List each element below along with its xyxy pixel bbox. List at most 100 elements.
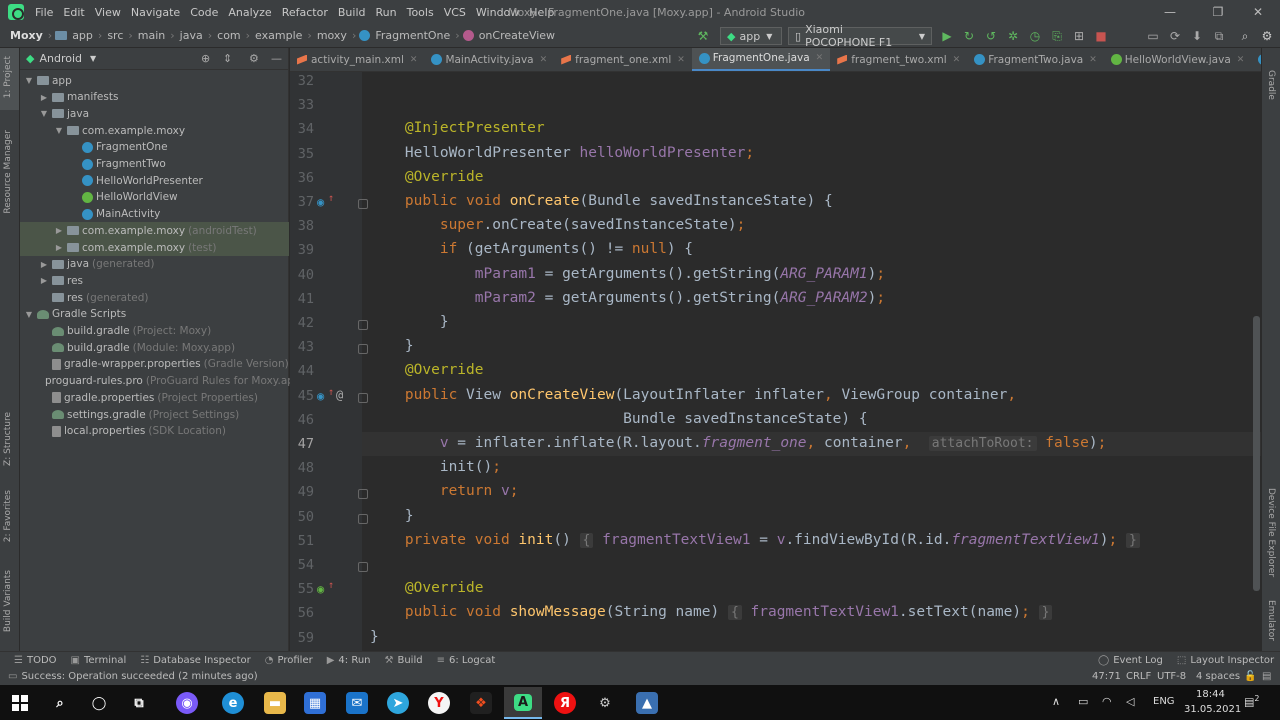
close-tab-icon[interactable]: ✕ bbox=[540, 55, 548, 65]
code-line[interactable]: @InjectPresenter bbox=[370, 120, 545, 136]
code-line[interactable]: @Override bbox=[370, 169, 484, 185]
android-studio-task-icon[interactable]: A bbox=[504, 687, 542, 719]
close-icon[interactable]: ✕ bbox=[1236, 0, 1280, 24]
minimize-icon[interactable]: — bbox=[1148, 0, 1192, 24]
fold-marker-icon[interactable] bbox=[358, 489, 368, 500]
apply-changes-icon[interactable]: ↻ bbox=[962, 29, 976, 43]
breadcrumb-item[interactable]: onCreateView bbox=[477, 29, 557, 42]
menu-item-run[interactable]: Run bbox=[371, 6, 402, 19]
breadcrumb-item[interactable]: FragmentOne bbox=[373, 29, 452, 42]
menu-item-file[interactable]: File bbox=[30, 6, 58, 19]
store-icon[interactable]: ▦ bbox=[304, 692, 326, 714]
device-select[interactable]: ▯ Xiaomi POCOPHONE F1 ▼ bbox=[788, 23, 932, 49]
tree-item[interactable]: res (generated) bbox=[20, 289, 289, 306]
close-tab-icon[interactable]: ✕ bbox=[816, 53, 824, 63]
tree-item[interactable]: ▼ Gradle Scripts bbox=[20, 306, 289, 323]
tool-window-layout-inspector[interactable]: ⬚ Layout Inspector bbox=[1177, 655, 1274, 666]
close-tab-icon[interactable]: ✕ bbox=[953, 55, 961, 65]
code-line[interactable]: } bbox=[370, 629, 379, 645]
code-line[interactable]: @Override bbox=[370, 580, 484, 596]
code-line[interactable]: mParam1 = getArguments().getString(ARG_P… bbox=[370, 266, 885, 282]
tree-item[interactable]: HelloWorldView bbox=[20, 189, 289, 206]
edge-icon[interactable]: e bbox=[222, 692, 244, 714]
debug-icon[interactable]: ✲ bbox=[1006, 29, 1020, 43]
expanded-arrow-icon[interactable]: ▼ bbox=[54, 126, 64, 135]
run-icon[interactable]: ▶ bbox=[940, 29, 954, 43]
stripe-project[interactable]: 1: Project bbox=[3, 56, 13, 98]
run-config-select[interactable]: ◆ app ▼ bbox=[720, 27, 782, 45]
search-icon[interactable]: ⌕ bbox=[1238, 29, 1252, 43]
photos-icon[interactable]: ▲ bbox=[636, 692, 658, 714]
menu-item-vcs[interactable]: VCS bbox=[439, 6, 471, 19]
breadcrumb-item[interactable]: com bbox=[215, 29, 243, 42]
tree-item[interactable]: HelloWorldPresenter bbox=[20, 172, 289, 189]
maximize-icon[interactable]: ❐ bbox=[1196, 0, 1240, 24]
tree-item[interactable]: ▶ manifests bbox=[20, 89, 289, 106]
expanded-arrow-icon[interactable]: ▼ bbox=[24, 76, 34, 85]
override-icon[interactable]: ◉ bbox=[317, 389, 324, 403]
tree-item[interactable]: gradle-wrapper.properties (Gradle Version… bbox=[20, 356, 289, 373]
file-explorer-icon[interactable]: ▬ bbox=[264, 692, 286, 714]
tree-item[interactable]: MainActivity bbox=[20, 206, 289, 223]
tree-item[interactable]: FragmentTwo bbox=[20, 156, 289, 173]
tree-item[interactable]: ▶ com.example.moxy (test) bbox=[20, 239, 289, 256]
tree-item[interactable]: ▶ com.example.moxy (androidTest) bbox=[20, 222, 289, 240]
fold-marker-icon[interactable] bbox=[358, 513, 368, 524]
cortana-icon[interactable]: ◯ bbox=[88, 692, 110, 714]
expanded-arrow-icon[interactable]: ▼ bbox=[39, 109, 49, 118]
breadcrumb-item[interactable]: example bbox=[253, 29, 304, 42]
tool-window-build[interactable]: ⚒ Build bbox=[385, 655, 423, 666]
tree-item[interactable]: local.properties (SDK Location) bbox=[20, 423, 289, 440]
editor-tab[interactable]: activity_main.xml ✕ bbox=[290, 48, 424, 71]
stripe-resource-manager[interactable]: Resource Manager bbox=[3, 130, 13, 214]
close-tab-icon[interactable]: ✕ bbox=[410, 55, 418, 65]
file-encoding[interactable]: UTF-8 bbox=[1157, 671, 1186, 682]
collapsed-arrow-icon[interactable]: ▶ bbox=[39, 260, 49, 269]
chevron-down-icon[interactable]: ▼ bbox=[90, 54, 96, 63]
attach-debugger-icon[interactable]: ⎘ bbox=[1050, 29, 1064, 43]
collapsed-arrow-icon[interactable]: ▶ bbox=[54, 226, 64, 235]
code-line[interactable]: v = inflater.inflate(R.layout.fragment_o… bbox=[370, 435, 1106, 451]
apply-code-changes-icon[interactable]: ↺ bbox=[984, 29, 998, 43]
editor-tab[interactable]: FragmentTwo.java ✕ bbox=[967, 48, 1104, 71]
stripe-build-variants[interactable]: Build Variants bbox=[3, 570, 13, 632]
fold-marker-icon[interactable] bbox=[358, 392, 368, 403]
tool-window-todo[interactable]: ☰ TODO bbox=[14, 655, 57, 666]
tree-item[interactable]: settings.gradle (Project Settings) bbox=[20, 406, 289, 423]
hide-icon[interactable]: — bbox=[271, 52, 282, 65]
editor-tab[interactable]: FragmentOne.java ✕ bbox=[691, 48, 831, 71]
implement-icon[interactable]: ◉ bbox=[317, 582, 324, 596]
tool-window-event-log[interactable]: ◯ Event Log bbox=[1098, 655, 1163, 666]
tree-item[interactable]: ▼ com.example.moxy bbox=[20, 122, 289, 139]
code-line[interactable]: if (getArguments() != null) { bbox=[370, 241, 693, 257]
collapsed-arrow-icon[interactable]: ▶ bbox=[54, 243, 64, 252]
tree-item[interactable]: FragmentOne bbox=[20, 139, 289, 156]
network-icon[interactable]: ▭ bbox=[1078, 695, 1088, 708]
editor-tab[interactable]: fragment_one.xml ✕ bbox=[554, 48, 692, 71]
sync-icon[interactable]: ⟳ bbox=[1168, 29, 1182, 43]
language-indicator[interactable]: ENG bbox=[1153, 696, 1175, 707]
stop-icon[interactable]: ■ bbox=[1094, 29, 1108, 43]
menu-item-code[interactable]: Code bbox=[185, 6, 223, 19]
code-line[interactable]: mParam2 = getArguments().getString(ARG_P… bbox=[370, 290, 885, 306]
editor-tab[interactable]: HelloWorldPres bbox=[1251, 48, 1261, 71]
menu-item-navigate[interactable]: Navigate bbox=[126, 6, 185, 19]
close-tab-icon[interactable]: ✕ bbox=[1237, 55, 1245, 65]
volume-icon[interactable]: ◁ bbox=[1126, 695, 1134, 708]
editor-tab[interactable]: MainActivity.java ✕ bbox=[424, 48, 554, 71]
close-tab-icon[interactable]: ✕ bbox=[1089, 55, 1097, 65]
breadcrumb-item[interactable]: main bbox=[136, 29, 167, 42]
notifications-icon[interactable]: ▤2 bbox=[1244, 694, 1260, 709]
search-icon[interactable]: ⌕ bbox=[49, 692, 71, 714]
override-icon[interactable]: ◉ bbox=[317, 195, 324, 209]
code-line[interactable]: HelloWorldPresenter helloWorldPresenter; bbox=[370, 145, 754, 161]
tools-icon[interactable]: ⚙ bbox=[594, 692, 616, 714]
code-line[interactable]: private void init() { fragmentTextView1 … bbox=[370, 532, 1140, 548]
editor-scrollbar[interactable] bbox=[1253, 316, 1260, 591]
code-line[interactable]: public View onCreateView(LayoutInflater … bbox=[370, 387, 1016, 403]
code-line[interactable]: Bundle savedInstanceState) { bbox=[370, 411, 867, 427]
breadcrumb-item[interactable]: java bbox=[178, 29, 205, 42]
code-editor[interactable]: 32 33 34 35 36 37 38 39 40 41 42 43 44 45 46 47 48 49 50 51… bbox=[290, 72, 1261, 651]
yandex-icon[interactable]: Я bbox=[554, 692, 576, 714]
stripe-favorites[interactable]: 2: Favorites bbox=[3, 490, 13, 542]
